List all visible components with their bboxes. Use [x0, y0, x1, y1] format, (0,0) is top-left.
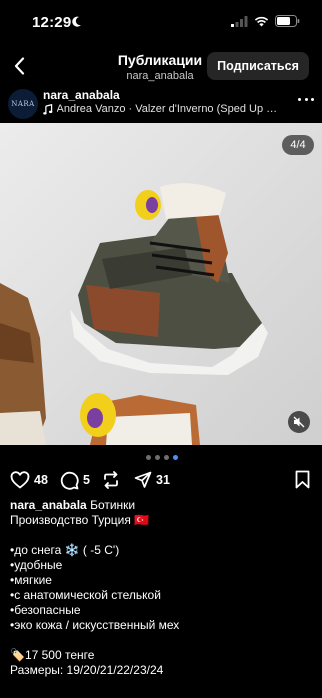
caption-feature: •до снега ❄️ ( -5 С') [10, 543, 120, 557]
send-icon [134, 471, 152, 488]
status-indicators [231, 15, 300, 27]
carousel-dot [164, 455, 169, 460]
heart-icon [10, 471, 30, 489]
carousel-counter: 4/4 [282, 135, 314, 155]
wifi-icon [254, 16, 269, 26]
like-button[interactable]: 48 [10, 468, 48, 492]
post-actions: 48 5 31 [0, 468, 322, 492]
bookmark-icon [295, 470, 310, 489]
page-subtitle: nara_anabala [126, 70, 194, 82]
status-bar: 12:29 [0, 0, 322, 44]
repost-icon [104, 471, 118, 489]
post-header: NARA nara_anabala Andrea Vanzo · Valzer … [0, 86, 322, 122]
carousel-dots [146, 455, 178, 460]
caption-sizes: Размеры: 19/20/21/22/23/24 [10, 663, 164, 677]
back-button[interactable] [4, 50, 34, 82]
signal-icon [231, 15, 248, 27]
share-button[interactable]: 31 [134, 468, 170, 492]
boots-photo [0, 123, 322, 445]
carousel-dot [155, 455, 160, 460]
share-count: 31 [156, 473, 170, 487]
caption-feature: •с анатомической стелькой [10, 588, 161, 602]
caption-feature: •удобные [10, 558, 63, 572]
post-username[interactable]: nara_anabala [43, 88, 120, 102]
comment-icon [60, 471, 79, 490]
comment-button[interactable]: 5 [60, 468, 90, 492]
caption-origin: Производство Турция 🇹🇷 [10, 513, 150, 527]
post-caption: nara_anabala Ботинки Производство Турция… [10, 498, 310, 678]
music-note-icon [43, 103, 53, 115]
carousel-dot-active [173, 455, 178, 460]
music-title: Andrea Vanzo · Valzer d'Inverno (Sped Up… [56, 103, 283, 115]
save-button[interactable] [295, 470, 310, 494]
carousel-dot [146, 455, 151, 460]
comment-count: 5 [83, 473, 90, 487]
caption-feature: •эко кожа / искусственный мех [10, 618, 180, 632]
more-options-icon[interactable] [298, 98, 314, 104]
repost-button[interactable] [102, 468, 120, 492]
page-header: Публикации nara_anabala Подписаться [0, 44, 322, 88]
caption-title: Ботинки [90, 498, 136, 512]
caption-feature: •мягкие [10, 573, 52, 587]
follow-button[interactable]: Подписаться [207, 52, 309, 80]
moon-icon [72, 16, 81, 27]
caption-feature: •безопасные [10, 603, 81, 617]
music-link[interactable]: Andrea Vanzo · Valzer d'Inverno (Sped Up… [43, 103, 283, 115]
header-titles: Публикации nara_anabala [100, 52, 220, 83]
mute-button[interactable] [288, 411, 310, 433]
status-time: 12:29 [32, 14, 72, 31]
avatar[interactable]: NARA [8, 89, 38, 119]
battery-icon [275, 15, 300, 27]
caption-first-line: nara_anabala Ботинки [10, 498, 310, 513]
speaker-muted-icon [293, 416, 305, 428]
page-title: Публикации [117, 52, 203, 68]
avatar-logo-text: NARA [11, 100, 35, 108]
chevron-left-icon [14, 57, 24, 75]
caption-username[interactable]: nara_anabala [10, 498, 87, 512]
post-image[interactable]: 4/4 [0, 123, 322, 445]
caption-price: 🏷️17 500 тенге [10, 648, 95, 662]
like-count: 48 [34, 473, 48, 487]
